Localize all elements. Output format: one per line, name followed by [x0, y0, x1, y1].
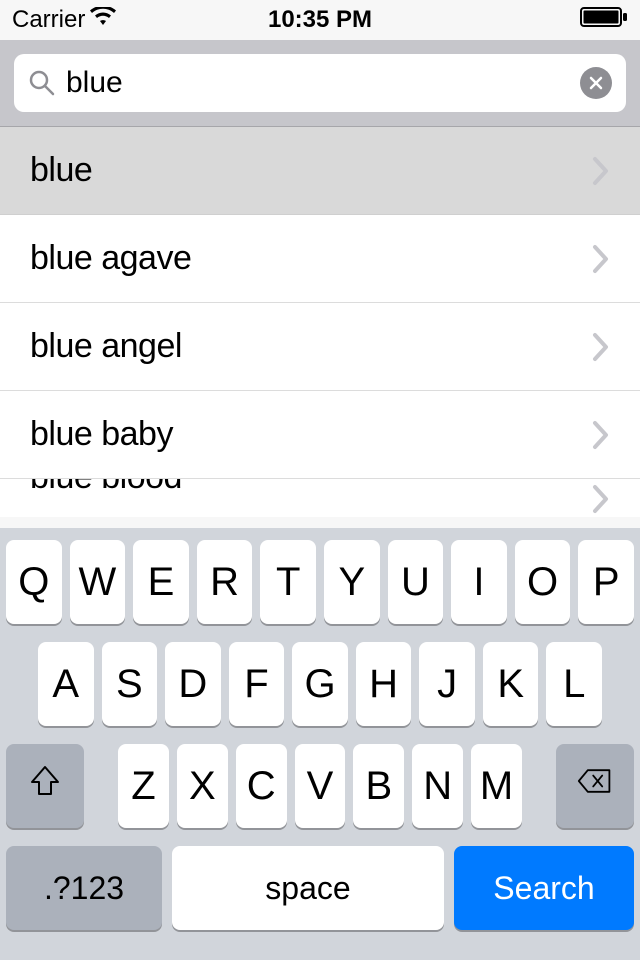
key-w[interactable]: W — [70, 540, 126, 624]
key-p[interactable]: P — [578, 540, 634, 624]
result-row[interactable]: blue baby — [0, 391, 640, 479]
search-key[interactable]: Search — [454, 846, 634, 930]
key-a[interactable]: A — [38, 642, 94, 726]
chevron-right-icon — [592, 156, 610, 186]
carrier-label: Carrier — [12, 6, 85, 34]
key-r[interactable]: R — [197, 540, 253, 624]
result-label: blue baby — [30, 415, 173, 454]
result-label: blue agave — [30, 239, 191, 278]
result-label: blue blood — [30, 479, 182, 497]
search-input[interactable] — [66, 66, 580, 100]
status-right — [580, 6, 628, 35]
search-field[interactable] — [14, 54, 626, 112]
wifi-icon — [90, 6, 116, 34]
key-y[interactable]: Y — [324, 540, 380, 624]
numbers-key[interactable]: .?123 — [6, 846, 162, 930]
chevron-right-icon — [592, 244, 610, 274]
keyboard: Q W E R T Y U I O P A S D F G H J K L Z … — [0, 528, 640, 960]
status-left: Carrier — [12, 6, 116, 34]
key-m[interactable]: M — [471, 744, 522, 828]
key-g[interactable]: G — [292, 642, 348, 726]
backspace-icon — [577, 763, 613, 809]
space-key[interactable]: space — [172, 846, 444, 930]
key-i[interactable]: I — [451, 540, 507, 624]
result-row[interactable]: blue angel — [0, 303, 640, 391]
key-c[interactable]: C — [236, 744, 287, 828]
status-bar: Carrier 10:35 PM — [0, 0, 640, 40]
keyboard-row-2: A S D F G H J K L — [6, 642, 634, 726]
key-l[interactable]: L — [546, 642, 602, 726]
battery-icon — [580, 6, 628, 35]
results-list[interactable]: blue blue agave blue angel blue baby blu… — [0, 127, 640, 517]
key-b[interactable]: B — [353, 744, 404, 828]
keyboard-row-4: .?123 space Search — [6, 846, 634, 930]
result-row[interactable]: blue blood — [0, 479, 640, 517]
key-u[interactable]: U — [388, 540, 444, 624]
key-q[interactable]: Q — [6, 540, 62, 624]
keyboard-row-3: Z X C V B N M — [6, 744, 634, 828]
clear-icon[interactable] — [580, 67, 612, 99]
key-t[interactable]: T — [260, 540, 316, 624]
chevron-right-icon — [592, 332, 610, 362]
key-z[interactable]: Z — [118, 744, 169, 828]
key-d[interactable]: D — [165, 642, 221, 726]
key-j[interactable]: J — [419, 642, 475, 726]
key-e[interactable]: E — [133, 540, 189, 624]
result-row[interactable]: blue agave — [0, 215, 640, 303]
keyboard-row-1: Q W E R T Y U I O P — [6, 540, 634, 624]
result-label: blue — [30, 151, 92, 190]
result-row[interactable]: blue — [0, 127, 640, 215]
shift-key[interactable] — [6, 744, 84, 828]
key-h[interactable]: H — [356, 642, 412, 726]
key-v[interactable]: V — [295, 744, 346, 828]
key-s[interactable]: S — [102, 642, 158, 726]
backspace-key[interactable] — [556, 744, 634, 828]
key-x[interactable]: X — [177, 744, 228, 828]
key-n[interactable]: N — [412, 744, 463, 828]
chevron-right-icon — [592, 484, 610, 514]
key-k[interactable]: K — [483, 642, 539, 726]
key-f[interactable]: F — [229, 642, 285, 726]
key-o[interactable]: O — [515, 540, 571, 624]
result-label: blue angel — [30, 327, 182, 366]
shift-icon — [27, 763, 63, 809]
search-icon — [28, 69, 56, 97]
search-bar — [0, 40, 640, 127]
chevron-right-icon — [592, 420, 610, 450]
